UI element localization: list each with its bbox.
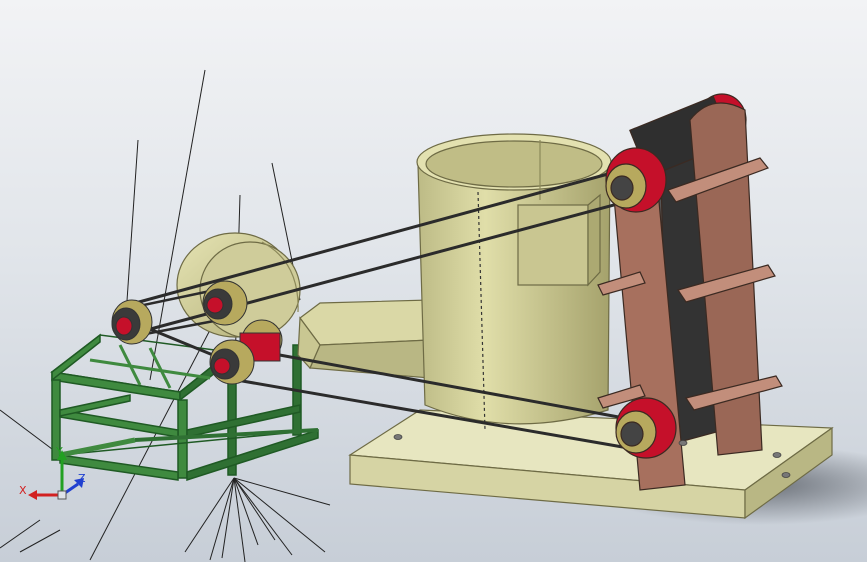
triad-y-label: Y bbox=[55, 445, 63, 458]
outlet-chute[interactable] bbox=[297, 299, 431, 379]
triad-origin bbox=[57, 490, 67, 500]
assembly-scene: Y X Z bbox=[0, 69, 867, 562]
pulley-left[interactable] bbox=[111, 299, 153, 345]
triad-z-label: Z bbox=[78, 472, 86, 485]
bucket-elevator[interactable] bbox=[597, 93, 783, 491]
pulley-fan[interactable] bbox=[202, 280, 248, 326]
triad-x-arrow bbox=[28, 490, 37, 500]
cad-viewport[interactable]: Y X Z bbox=[0, 0, 867, 562]
triad-x-label: X bbox=[19, 484, 27, 497]
